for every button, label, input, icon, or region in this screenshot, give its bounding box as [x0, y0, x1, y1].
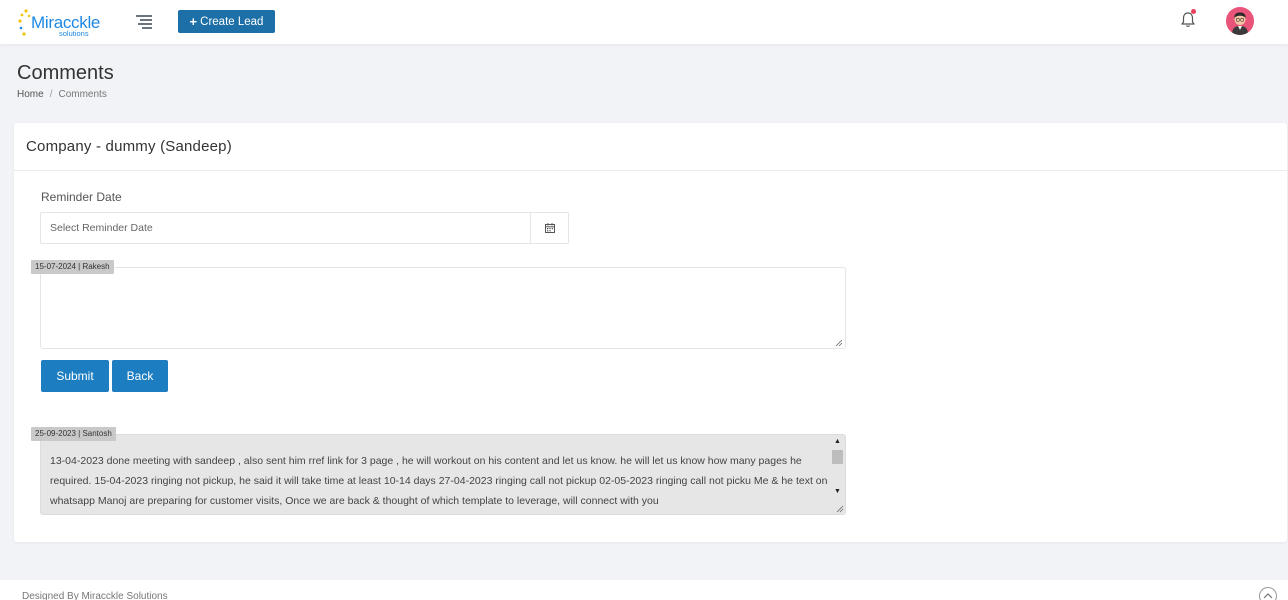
- reminder-date-group: [40, 212, 569, 244]
- chevron-up-icon: [1263, 593, 1273, 599]
- breadcrumb-home-link[interactable]: Home: [17, 89, 44, 100]
- plus-icon: +: [189, 14, 198, 29]
- brand-tagline: solutions: [59, 29, 89, 38]
- create-lead-button[interactable]: + Create Lead: [178, 10, 275, 33]
- submit-button[interactable]: Submit: [41, 360, 109, 392]
- scroll-up-arrow-icon[interactable]: ▲: [833, 438, 842, 446]
- hamburger-icon[interactable]: [136, 14, 152, 29]
- history-scrollbar[interactable]: ▲ ▼: [830, 435, 845, 514]
- scroll-thumb[interactable]: [832, 450, 843, 464]
- calendar-button[interactable]: [530, 213, 568, 243]
- avatar-icon: [1226, 7, 1254, 35]
- reminder-date-input[interactable]: [41, 213, 530, 243]
- comments-card: Company - dummy (Sandeep) Reminder Date …: [14, 123, 1287, 542]
- scroll-down-arrow-icon[interactable]: ▼: [833, 488, 842, 496]
- page-title: Comments: [17, 62, 114, 84]
- comment-history-textarea[interactable]: 13-04-2023 done meeting with sandeep , a…: [40, 434, 846, 515]
- notification-badge: [1191, 9, 1196, 14]
- new-comment-meta-tag: 15-07-2024 | Rakesh: [31, 260, 114, 274]
- create-lead-label: Create Lead: [200, 15, 264, 28]
- user-avatar[interactable]: [1226, 7, 1254, 35]
- breadcrumb-separator: /: [49, 89, 53, 100]
- footer: Designed By Miracckle Solutions: [0, 580, 1288, 600]
- history-resize-handle-icon[interactable]: [836, 505, 844, 513]
- card-title: Company - dummy (Sandeep): [26, 138, 232, 155]
- footer-credit: Designed By Miracckle Solutions: [22, 591, 168, 600]
- resize-handle-icon[interactable]: [835, 339, 843, 347]
- top-navbar: Miracckle solutions + Create Lead: [0, 0, 1288, 44]
- breadcrumb-current: Comments: [58, 89, 107, 100]
- logo-stars-icon: [18, 9, 31, 36]
- card-header: Company - dummy (Sandeep): [14, 123, 1287, 171]
- brand-logo[interactable]: Miracckle solutions: [18, 8, 108, 40]
- breadcrumb: Home / Comments: [17, 89, 107, 100]
- reminder-date-label: Reminder Date: [41, 190, 122, 204]
- comment-history-text: 13-04-2023 done meeting with sandeep , a…: [50, 455, 828, 507]
- comment-textarea[interactable]: [40, 267, 846, 349]
- back-to-top-button[interactable]: [1259, 587, 1277, 600]
- back-button[interactable]: Back: [112, 360, 168, 392]
- calendar-icon: [544, 223, 555, 233]
- history-meta-tag: 25-09-2023 | Santosh: [31, 427, 116, 441]
